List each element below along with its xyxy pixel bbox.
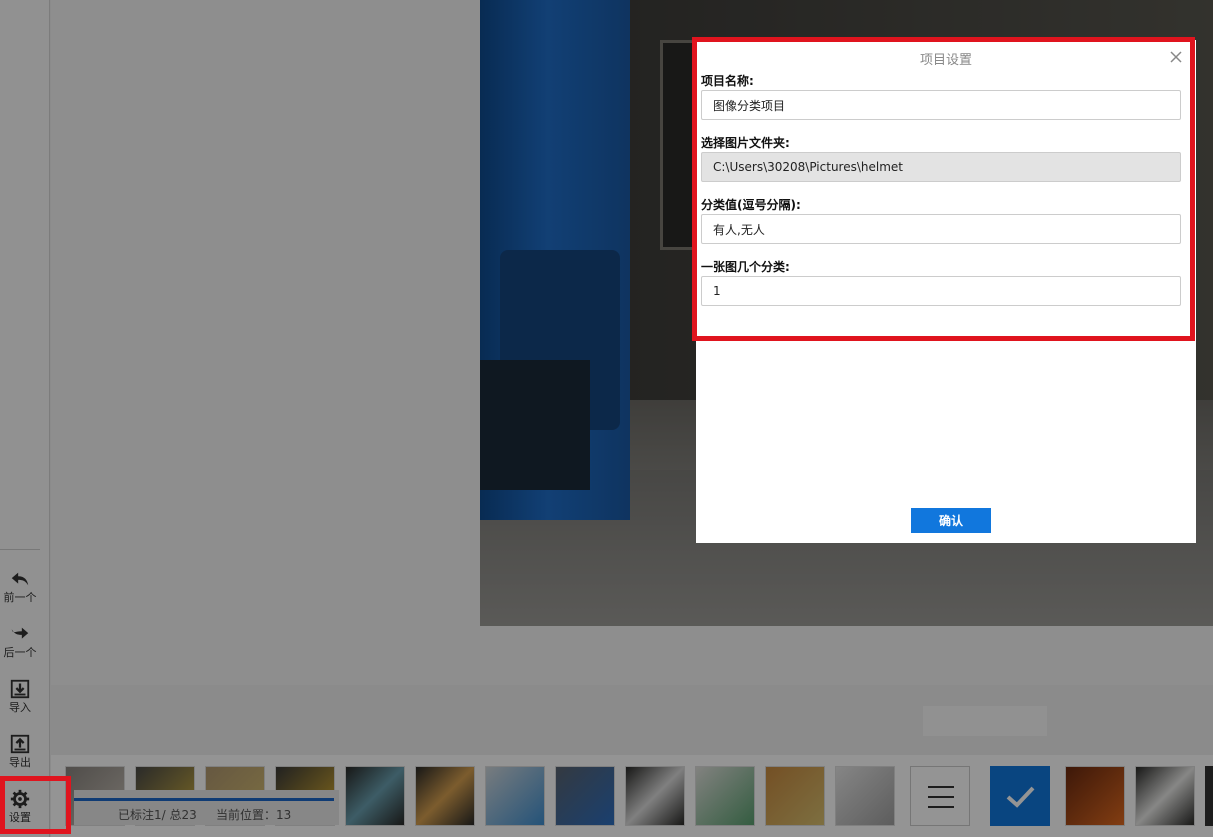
- dialog-fields-highlight: [692, 37, 1195, 341]
- settings-button-highlight: [0, 776, 71, 834]
- confirm-button[interactable]: 确认: [911, 508, 991, 533]
